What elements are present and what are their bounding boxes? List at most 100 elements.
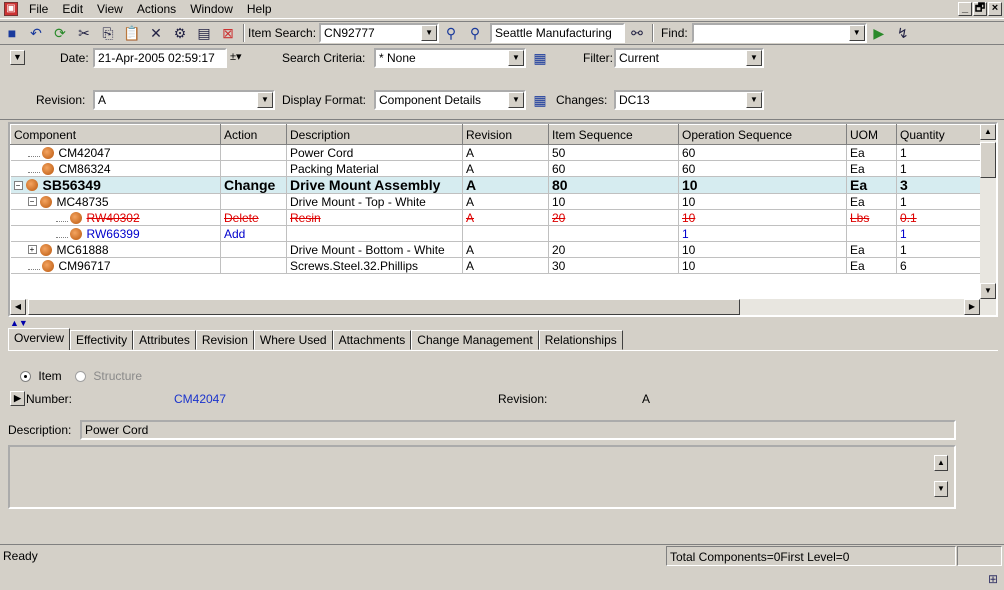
tab-attributes[interactable]: Attributes	[133, 330, 196, 350]
column-header-action[interactable]: Action	[220, 124, 287, 145]
chevron-down-icon[interactable]: ▼	[746, 92, 762, 108]
tab-effectivity[interactable]: Effectivity	[70, 330, 134, 350]
collapse-icon[interactable]: −	[27, 197, 37, 206]
revision-combo[interactable]: A ▼	[93, 90, 275, 110]
expand-icon[interactable]: +	[27, 245, 37, 254]
chevron-down-icon[interactable]: ▼	[508, 50, 524, 66]
tab-relationships[interactable]: Relationships	[538, 330, 623, 350]
column-header-component[interactable]: Component	[10, 124, 221, 145]
close-button[interactable]: ×	[988, 2, 1002, 16]
tree-node[interactable]: RW40302	[14, 211, 220, 225]
copy-icon[interactable]: ⎘	[97, 23, 119, 43]
table-row[interactable]: + MC61888 Drive Mount - Bottom - White A 20 1…	[10, 241, 981, 258]
table-row[interactable]: CM96717 Screws.Steel.32.Phillips A 30 10 Ea 6	[10, 257, 981, 274]
find-options-icon[interactable]: ↯	[892, 23, 914, 43]
scroll-down-icon[interactable]: ▼	[980, 283, 996, 299]
column-header-item-sequence[interactable]: Item Sequence	[548, 124, 679, 145]
tree-node[interactable]: − SB56349	[13, 177, 220, 193]
binoculars-icon[interactable]: ⚯	[626, 23, 648, 43]
radio-item[interactable]	[20, 371, 31, 383]
description-field[interactable]: Power Cord	[80, 420, 956, 440]
table-row[interactable]: − SB56349 Change Drive Mount Assembly A 80 10 E…	[10, 176, 981, 194]
close-doc-icon[interactable]: ⊠	[217, 23, 239, 43]
tree-node[interactable]: CM86324	[14, 162, 220, 176]
save-icon[interactable]: ■	[1, 23, 23, 43]
properties-icon[interactable]: ▤	[193, 23, 215, 43]
minimize-button[interactable]: _	[958, 2, 972, 16]
date-spinner[interactable]: ±▾	[230, 50, 242, 63]
notes-area[interactable]: ▲ ▼	[8, 445, 956, 509]
refresh-icon[interactable]: ⟳	[49, 23, 71, 43]
menu-help[interactable]: Help	[240, 0, 279, 19]
menu-view[interactable]: View	[90, 0, 130, 19]
menu-window[interactable]: Window	[183, 0, 240, 19]
tab-where-used[interactable]: Where Used	[253, 330, 333, 350]
tree-node[interactable]: CM96717	[14, 259, 220, 273]
search-criteria-value: * None	[379, 51, 416, 65]
table-row[interactable]: CM42047 Power Cord A 50 60 Ea 1	[10, 144, 981, 161]
grid-horizontal-scrollbar[interactable]: ◀ ▶	[10, 299, 980, 315]
scroll-up-icon[interactable]: ▲	[980, 124, 996, 140]
find-next-icon[interactable]: ▶	[868, 23, 890, 43]
chevron-down-icon[interactable]: ▼	[421, 25, 438, 41]
menu-actions[interactable]: Actions	[130, 0, 183, 19]
number-link[interactable]: CM42047	[174, 389, 226, 409]
table-row[interactable]: RW40302 Delete Resin A 20 10 Lbs 0.1	[10, 209, 981, 226]
menu-edit[interactable]: Edit	[55, 0, 90, 19]
undo-icon[interactable]: ↶	[25, 23, 47, 43]
site-field[interactable]: Seattle Manufacturing	[490, 23, 626, 43]
restore-button[interactable]: 🗗	[973, 2, 987, 16]
filter-combo[interactable]: Current ▼	[614, 48, 764, 68]
cut-icon[interactable]: ✂	[73, 23, 95, 43]
delete-icon[interactable]: ✕	[145, 23, 167, 43]
scroll-thumb-horizontal[interactable]	[28, 299, 740, 315]
column-header-description[interactable]: Description	[286, 124, 463, 145]
tree-node[interactable]: CM42047	[14, 146, 220, 160]
scroll-down-icon[interactable]: ▼	[934, 481, 948, 497]
tab-attachments[interactable]: Attachments	[332, 330, 412, 350]
scroll-up-icon[interactable]: ▲	[934, 455, 948, 471]
grid-vertical-scrollbar[interactable]: ▲ ▼	[980, 124, 996, 315]
chevron-down-icon[interactable]: ▼	[848, 25, 865, 41]
chevron-down-icon[interactable]: ▼	[746, 50, 762, 66]
chevron-down-icon[interactable]: ▼	[257, 92, 273, 108]
expand-number-button[interactable]: ▶	[10, 391, 25, 406]
date-field[interactable]: 21-Apr-2005 02:59:17	[93, 48, 227, 68]
cell-item-sequence: 60	[548, 160, 679, 177]
tree-node[interactable]: − MC48735	[14, 195, 220, 209]
column-header-operation-sequence[interactable]: Operation Sequence	[678, 124, 847, 145]
table-row[interactable]: − MC48735 Drive Mount - Top - White A 10 10 Ea…	[10, 193, 981, 210]
scroll-thumb[interactable]	[980, 142, 996, 178]
changes-combo[interactable]: DC13 ▼	[614, 90, 764, 110]
table-row[interactable]: RW66399 Add 1 1	[10, 225, 981, 242]
scroll-left-icon[interactable]: ◀	[10, 299, 26, 315]
cell-quantity: 6	[896, 257, 981, 274]
search-criteria-combo[interactable]: * None ▼	[374, 48, 526, 68]
app-icon[interactable]: ▣	[4, 2, 18, 16]
radio-structure[interactable]	[75, 371, 87, 383]
criteria-edit-icon[interactable]: ▦	[529, 48, 551, 68]
search-icon[interactable]: ⚲	[440, 23, 462, 43]
find-combo[interactable]: ▼	[691, 23, 867, 43]
paste-icon[interactable]: 📋	[121, 23, 143, 43]
collapse-criteria-button[interactable]: ▼	[10, 50, 25, 65]
table-row[interactable]: CM86324 Packing Material A 60 60 Ea 1	[10, 160, 981, 177]
tab-revision[interactable]: Revision	[195, 330, 254, 350]
column-header-uom[interactable]: UOM	[846, 124, 897, 145]
tree-node[interactable]: + MC61888	[14, 243, 220, 257]
format-edit-icon[interactable]: ▦	[529, 90, 551, 110]
menu-file[interactable]: File	[22, 0, 55, 19]
chevron-down-icon[interactable]: ▼	[508, 92, 524, 108]
hierarchy-icon[interactable]: ⚙	[169, 23, 191, 43]
tab-overview[interactable]: Overview	[8, 328, 71, 350]
collapse-icon[interactable]: −	[13, 180, 23, 190]
splitter-handle[interactable]: ▲▼	[10, 318, 28, 328]
item-search-combo[interactable]: CN92777 ▼	[319, 23, 440, 43]
advanced-search-icon[interactable]: ⚲	[464, 23, 486, 43]
tree-node[interactable]: RW66399	[14, 227, 220, 241]
column-header-quantity[interactable]: Quantity	[896, 124, 981, 145]
column-header-revision[interactable]: Revision	[462, 124, 549, 145]
tab-change-management[interactable]: Change Management	[411, 330, 539, 350]
display-format-combo[interactable]: Component Details ▼	[374, 90, 526, 110]
scroll-right-icon[interactable]: ▶	[964, 299, 980, 315]
